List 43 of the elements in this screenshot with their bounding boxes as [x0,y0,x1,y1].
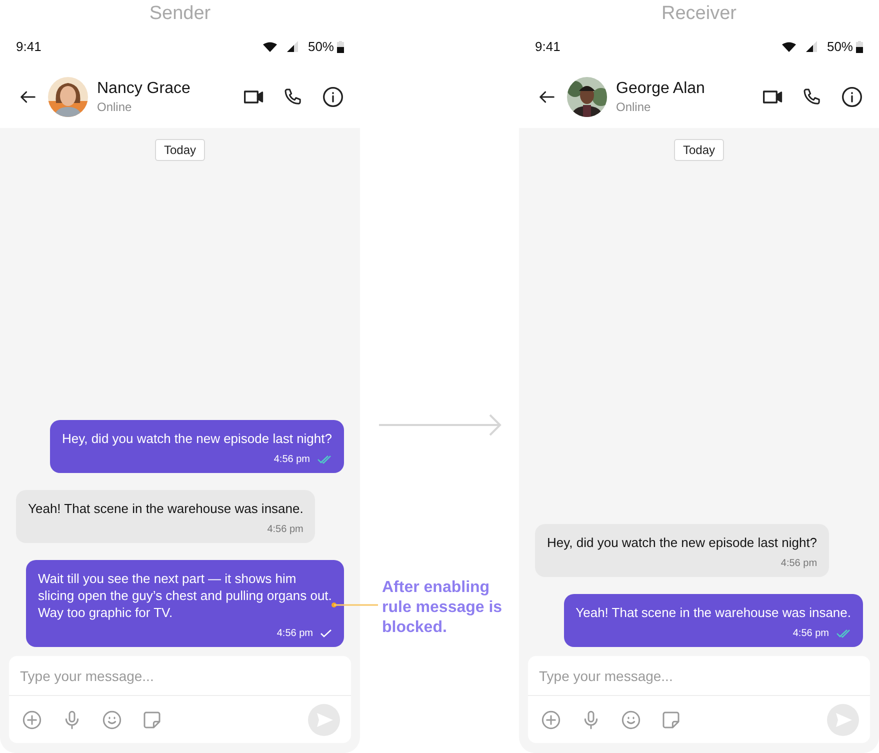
message-time: 4:56 pm [792,627,829,641]
contact-name: George Alan [616,78,706,98]
phone-icon[interactable] [283,86,303,106]
message-input-field[interactable]: Type your message... [528,656,870,696]
status-time: 9:41 [535,38,560,56]
message-text: Hey, did you watch the new episode last night? [547,534,818,551]
message-time: 4:56 pm [780,557,818,571]
sticker-icon[interactable] [142,710,162,730]
arrow-icon [378,413,502,437]
message-text: Hey, did you watch the new episode last night? [62,430,332,447]
sticker-icon[interactable] [661,710,681,730]
message-time: 4:56 pm [274,453,310,467]
message-text: Wait till you see the next part — it shows him slicing open the guy’s chest and pulling organs out. Way too graphic for TV. [38,570,332,621]
battery-percent: 50% [308,38,334,56]
signal-icon [286,41,298,52]
wifi-icon [782,42,796,52]
message-input-field[interactable]: Type your message... [9,656,351,696]
info-icon[interactable] [322,86,344,108]
message-text: Yeah! That scene in the warehouse was insane. [28,500,304,517]
leader-line [331,602,378,608]
date-chip: Today [674,139,724,161]
battery-icon [337,40,344,52]
emoji-icon[interactable] [102,710,122,730]
message-time: 4:56 pm [276,627,313,641]
contact-name: Nancy Grace [97,78,192,98]
wifi-icon [262,42,277,52]
add-icon[interactable] [22,710,42,730]
add-icon[interactable] [541,710,561,730]
contact-status: Online [616,98,652,114]
battery-percent: 50% [826,38,853,56]
status-time: 9:41 [16,38,42,56]
phone-icon[interactable] [802,86,822,106]
battery-icon [856,40,863,52]
message-text: Yeah! That scene in the warehouse was insane. [576,604,851,621]
panel-title: Sender [148,2,212,26]
message-time: 4:56 pm [267,523,304,537]
panel-title: Receiver [660,2,738,26]
info-icon[interactable] [841,86,863,108]
emoji-icon[interactable] [621,710,641,730]
date-chip: Today [154,139,206,161]
annotation-text: After enabling rule message is blocked. [382,578,504,638]
contact-status: Online [97,98,133,114]
signal-icon [806,41,817,52]
